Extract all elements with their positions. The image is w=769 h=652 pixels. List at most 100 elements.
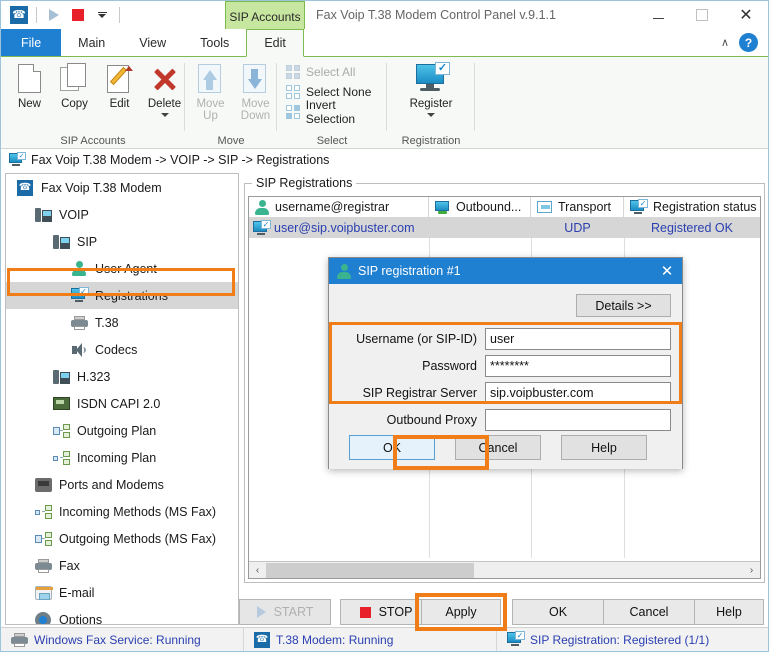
tree-item-outgoing-plan[interactable]: Outgoing Plan: [6, 417, 238, 444]
close-button[interactable]: ✕: [724, 1, 768, 29]
table-row[interactable]: ✓ user@sip.voipbuster.com UDP Registered…: [249, 218, 760, 238]
tab-tools-label: Tools: [200, 35, 230, 50]
ribbon-button-select-all[interactable]: Select All: [282, 62, 355, 82]
tree-item-h323[interactable]: H.323: [6, 363, 238, 390]
table-column-registration-status[interactable]: ✓ Registration status: [624, 197, 760, 217]
table-cell-username: ✓ user@sip.voipbuster.com: [249, 218, 429, 238]
username-input[interactable]: user: [485, 327, 671, 350]
tree-item-fax[interactable]: Fax: [6, 552, 238, 579]
transport-icon: [537, 201, 552, 213]
stop-button[interactable]: STOP: [340, 599, 432, 625]
ribbon-button-delete-label: Delete: [147, 98, 182, 110]
ok-button[interactable]: OK: [512, 599, 604, 625]
qat-customize-button[interactable]: [92, 5, 112, 25]
password-value: ********: [490, 358, 529, 373]
tab-main[interactable]: Main: [61, 29, 122, 56]
tree-item-user-agent[interactable]: User Agent: [6, 255, 238, 282]
quick-access-toolbar: ☎: [1, 1, 123, 29]
horizontal-scrollbar[interactable]: ‹ ›: [249, 561, 760, 578]
ribbon-group-sip-accounts: New Copy Edit Delete SIP Accounts: [1, 57, 185, 149]
registrations-monitor-icon: ✓: [253, 219, 271, 236]
navigation-tree[interactable]: ☎ Fax Voip T.38 Modem VOIP SIP User Agen…: [5, 173, 239, 625]
outgoing-plan-icon: [52, 422, 70, 440]
phone-icon: ☎: [16, 179, 34, 197]
qat-start-button[interactable]: [44, 5, 64, 25]
tree-item-ports-and-modems[interactable]: Ports and Modems: [6, 471, 238, 498]
registrar-input[interactable]: sip.voipbuster.com: [485, 381, 671, 404]
details-button[interactable]: Details >>: [576, 294, 671, 317]
table-column-username[interactable]: username@registrar: [249, 197, 429, 217]
ribbon-button-delete[interactable]: Delete: [144, 61, 185, 117]
table-column-transport[interactable]: Transport: [531, 197, 624, 217]
registrations-monitor-icon: ✓: [70, 287, 89, 305]
outbound-proxy-input[interactable]: [485, 408, 671, 431]
dialog-help-button[interactable]: Help: [561, 435, 647, 460]
password-input[interactable]: ********: [485, 354, 671, 377]
ribbon-button-copy[interactable]: Copy: [54, 61, 95, 110]
tree-item-t38[interactable]: T.38: [6, 309, 238, 336]
printer-icon: [34, 557, 52, 575]
status-sip-registration-text: SIP Registration: Registered (1/1): [530, 632, 710, 647]
dialog-cancel-button[interactable]: Cancel: [455, 435, 541, 460]
scroll-left-button[interactable]: ‹: [249, 562, 266, 579]
tree-item-label: VOIP: [59, 207, 89, 222]
ribbon-button-register[interactable]: ✓ Register: [391, 61, 471, 117]
ribbon-group-title-registration: Registration: [401, 135, 461, 147]
registrar-label: SIP Registrar Server: [362, 385, 477, 400]
username-value: user: [490, 331, 515, 346]
tree-item-fax-voip-modem[interactable]: ☎ Fax Voip T.38 Modem: [6, 174, 238, 201]
dialog-close-button[interactable]: ✕: [652, 258, 682, 284]
help-bottom-button[interactable]: Help: [694, 599, 764, 625]
move-up-icon: [195, 63, 227, 95]
edit-pencil-icon: [104, 63, 136, 95]
tree-item-outgoing-methods[interactable]: Outgoing Methods (MS Fax): [6, 525, 238, 552]
tree-item-label: H.323: [77, 369, 111, 384]
tree-item-incoming-plan[interactable]: Incoming Plan: [6, 444, 238, 471]
tree-item-codecs[interactable]: Codecs: [6, 336, 238, 363]
sip-registrations-label: SIP Registrations: [252, 176, 357, 190]
field-row-registrar: SIP Registrar Server sip.voipbuster.com: [337, 379, 676, 406]
dialog-ok-button[interactable]: OK: [349, 435, 435, 460]
tab-tools[interactable]: Tools: [183, 29, 246, 56]
ribbon-button-invert-selection[interactable]: Invert Selection: [282, 98, 387, 126]
monitor-icon: [435, 200, 450, 214]
dialog-body: Details >> Username (or SIP-ID) user Pas…: [329, 284, 682, 469]
tree-item-label: E-mail: [59, 585, 95, 600]
help-button[interactable]: ?: [739, 33, 758, 52]
tree-item-sip[interactable]: SIP: [6, 228, 238, 255]
move-down-icon: [240, 63, 272, 95]
table-column-registration-status-label: Registration status: [653, 200, 757, 214]
table-column-outbound[interactable]: Outbound...: [429, 197, 531, 217]
ribbon-button-move-down[interactable]: Move Down: [234, 61, 277, 122]
ribbon-button-register-label: Register: [409, 98, 453, 110]
scrollbar-thumb[interactable]: [266, 562, 474, 578]
tree-item-email[interactable]: E-mail: [6, 579, 238, 606]
table-header-row: username@registrar Outbound... Transport…: [249, 197, 760, 218]
tree-item-voip[interactable]: VOIP: [6, 201, 238, 228]
chevron-down-icon[interactable]: [427, 113, 435, 117]
tab-file[interactable]: File: [1, 29, 62, 56]
cancel-button[interactable]: Cancel: [603, 599, 695, 625]
minimize-button[interactable]: [636, 1, 680, 29]
tab-edit[interactable]: Edit: [246, 29, 304, 57]
chevron-down-icon[interactable]: [160, 113, 169, 117]
stop-button-label: STOP: [378, 605, 413, 619]
qat-phone-button[interactable]: ☎: [9, 5, 29, 25]
scroll-right-button[interactable]: ›: [743, 562, 760, 579]
incoming-plan-icon: [52, 449, 70, 467]
tree-item-options[interactable]: Options: [6, 606, 238, 624]
tree-item-registrations[interactable]: ✓ Registrations: [6, 282, 238, 309]
maximize-button[interactable]: [680, 1, 724, 29]
start-button[interactable]: START: [239, 599, 331, 625]
select-all-icon: [286, 64, 301, 80]
ribbon-button-edit[interactable]: Edit: [99, 61, 140, 110]
tree-item-isdn-capi[interactable]: ISDN CAPI 2.0: [6, 390, 238, 417]
qat-stop-button[interactable]: [68, 5, 88, 25]
ribbon-button-move-up[interactable]: Move Up: [189, 61, 232, 122]
apply-button[interactable]: Apply: [421, 599, 501, 625]
tree-item-incoming-methods[interactable]: Incoming Methods (MS Fax): [6, 498, 238, 525]
collapse-ribbon-icon[interactable]: ∧: [721, 36, 729, 49]
ribbon-button-new[interactable]: New: [9, 61, 50, 110]
tab-view[interactable]: View: [122, 29, 183, 56]
contextual-tab-sip-accounts[interactable]: SIP Accounts: [225, 1, 305, 31]
